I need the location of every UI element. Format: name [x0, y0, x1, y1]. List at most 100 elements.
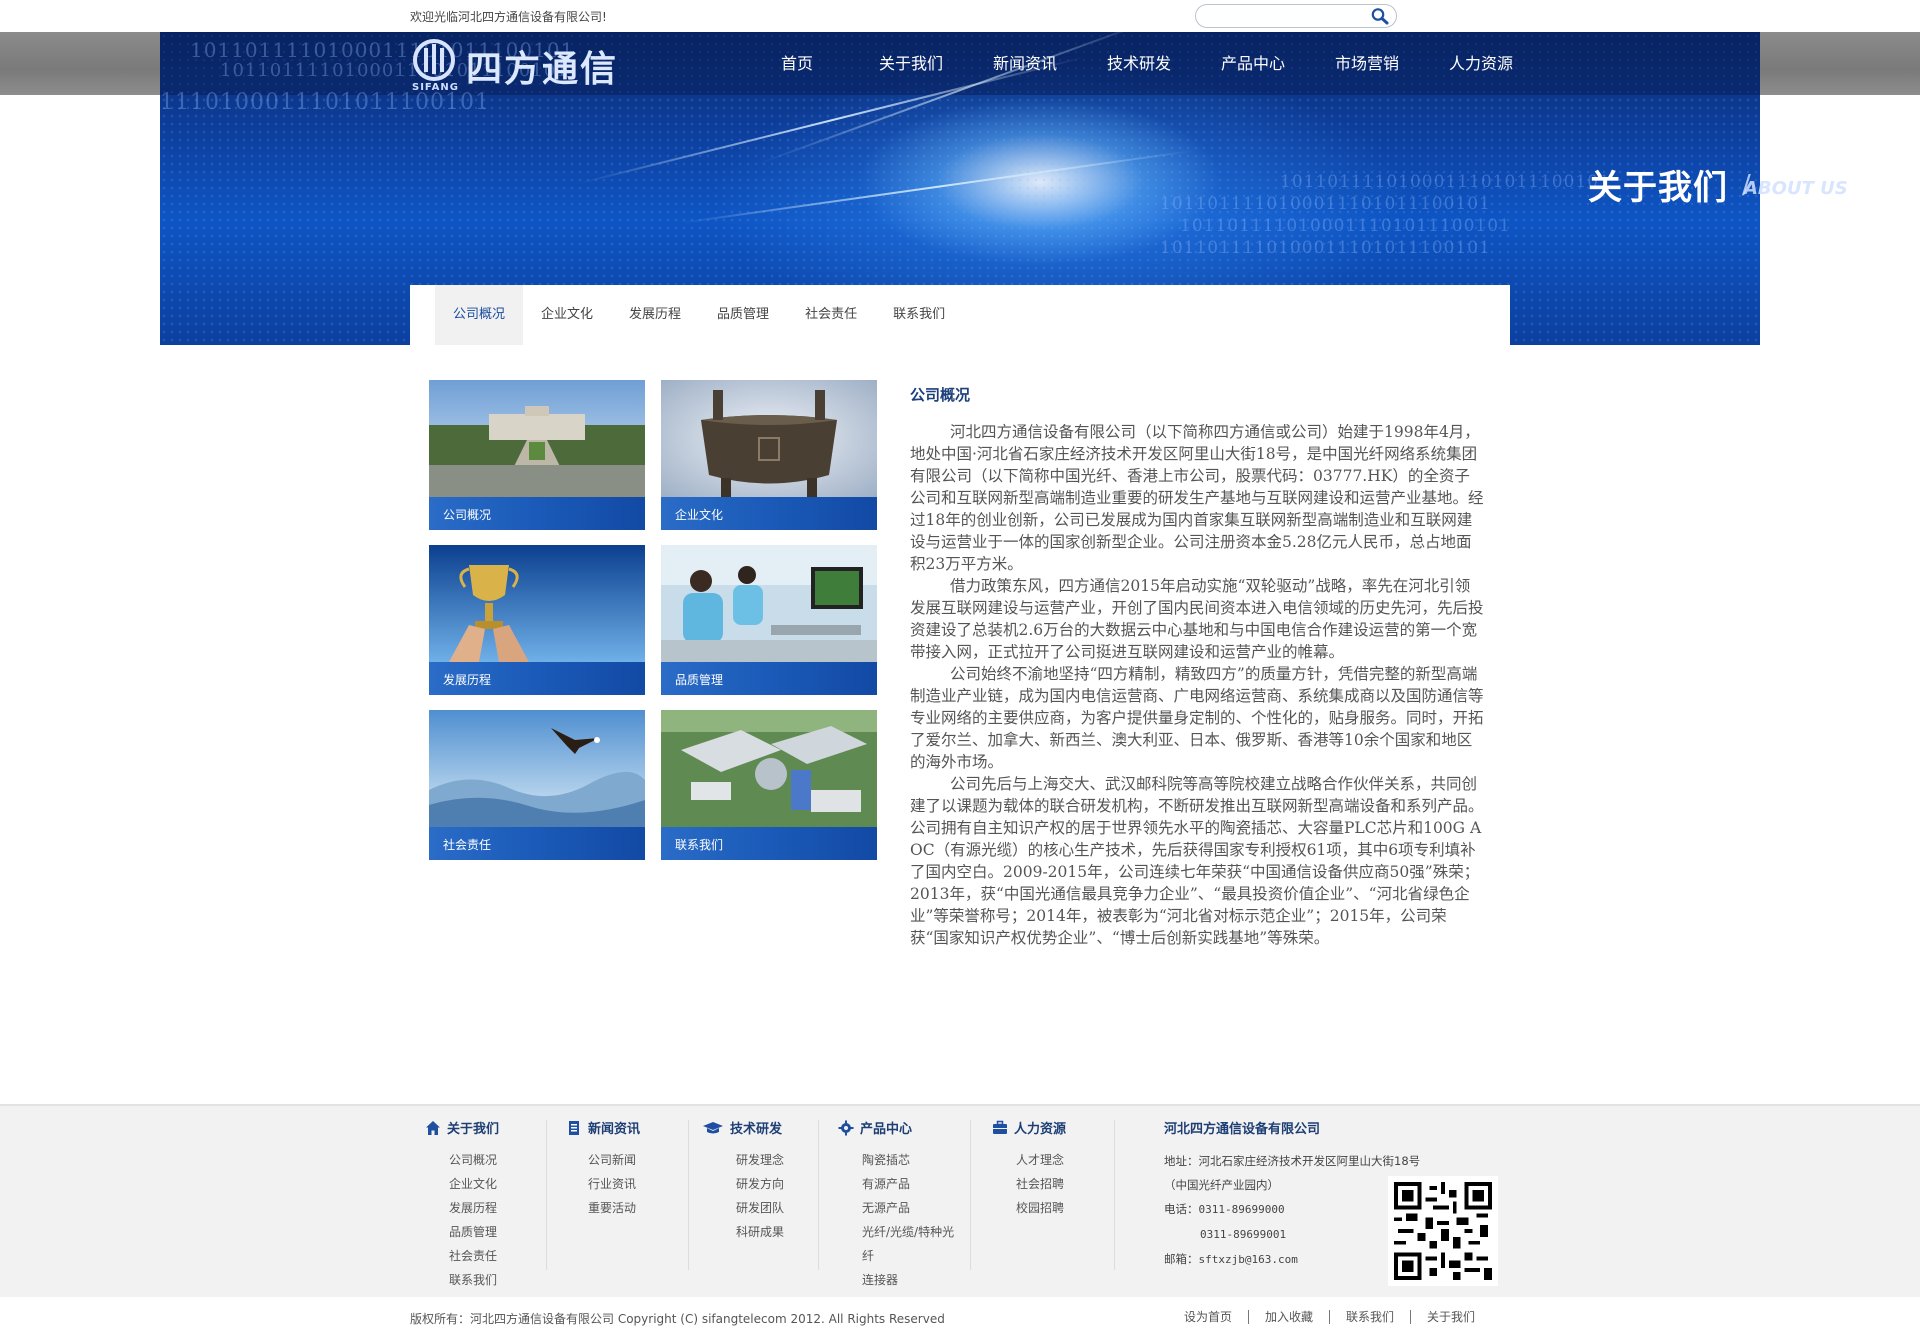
- banner-binary: 1011011110100011101011100101: [1160, 194, 1491, 214]
- footer-link[interactable]: 企业文化: [449, 1172, 499, 1196]
- nav-home[interactable]: 首页: [740, 32, 854, 95]
- home-icon: [426, 1120, 440, 1135]
- document-icon: [569, 1120, 579, 1135]
- copyright: 版权所有：河北四方通信设备有限公司 Copyright (C) sifangte…: [410, 1312, 945, 1326]
- article-paragraph: 公司先后与上海交大、武汉邮科院等高等院校建立战略合作伙伴关系，共同创建了以课题为…: [910, 775, 1484, 947]
- tile-history[interactable]: 发展历程: [429, 545, 645, 695]
- footer-col-research: 技术研发 研发理念 研发方向 研发团队 科研成果: [702, 1118, 784, 1244]
- article-title: 公司概况: [910, 386, 971, 404]
- site-logo[interactable]: 四方通信 SIFANG: [412, 36, 642, 93]
- article-paragraph: 借力政策东风，四方通信2015年启动实施“双轮驱动”战略，率先在河北引领发展互联…: [910, 577, 1484, 661]
- footer-divider: [818, 1120, 819, 1270]
- contact-link[interactable]: 联系我们: [1330, 1310, 1412, 1324]
- subnav-culture[interactable]: 企业文化: [523, 285, 611, 345]
- nav-products[interactable]: 产品中心: [1196, 32, 1310, 95]
- footer-link[interactable]: 有源产品: [862, 1172, 954, 1196]
- tile-label: 联系我们: [675, 838, 724, 852]
- main-nav: 首页 关于我们 新闻资讯 技术研发 产品中心 市场营销 人力资源: [740, 32, 1538, 95]
- gear-icon: [838, 1120, 854, 1135]
- footer-divider: [688, 1120, 689, 1270]
- tile-quality[interactable]: 品质管理: [661, 545, 877, 695]
- tile-responsibility[interactable]: 社会责任: [429, 710, 645, 860]
- eagle-mountains-photo: [429, 710, 645, 827]
- footer-col-news: 新闻资讯 公司新闻 行业资讯 重要活动: [566, 1118, 640, 1220]
- nav-news[interactable]: 新闻资讯: [968, 32, 1082, 95]
- subnav-history[interactable]: 发展历程: [611, 285, 699, 345]
- footer-link[interactable]: 联系我们: [449, 1268, 499, 1292]
- tile-label: 发展历程: [443, 673, 492, 687]
- tile-culture[interactable]: 企业文化: [661, 380, 877, 530]
- footer-link[interactable]: 社会责任: [449, 1244, 499, 1268]
- article-paragraph: 河北四方通信设备有限公司（以下简称四方通信或公司）始建于1998年4月，地处中国…: [910, 423, 1484, 573]
- footer-link[interactable]: 发展历程: [449, 1196, 499, 1220]
- footer-col-title: 关于我们: [425, 1118, 499, 1137]
- footer-link[interactable]: 公司新闻: [588, 1148, 640, 1172]
- footer-link[interactable]: 科研成果: [736, 1220, 784, 1244]
- footer-link[interactable]: 人才理念: [1016, 1148, 1066, 1172]
- tile-label: 企业文化: [675, 508, 724, 522]
- tile-caption: 社会责任: [429, 827, 645, 860]
- footer-link[interactable]: 校园招聘: [1016, 1196, 1066, 1220]
- footer-link[interactable]: 研发理念: [736, 1148, 784, 1172]
- tile-label: 公司概况: [443, 508, 492, 522]
- footer-col-hr: 人力资源 人才理念 社会招聘 校园招聘: [992, 1118, 1066, 1220]
- search-input[interactable]: [1204, 8, 1364, 24]
- footer-link[interactable]: 光纤/光缆/特种光: [862, 1220, 954, 1244]
- footer-link[interactable]: 重要活动: [588, 1196, 640, 1220]
- trophy-photo: [429, 545, 645, 662]
- nav-research[interactable]: 技术研发: [1082, 32, 1196, 95]
- tile-caption: 品质管理: [661, 662, 877, 695]
- footer-link[interactable]: 研发团队: [736, 1196, 784, 1220]
- tile-caption: 发展历程: [429, 662, 645, 695]
- tile-caption: 企业文化: [661, 497, 877, 530]
- footer-link[interactable]: 公司概况: [449, 1148, 499, 1172]
- search-icon[interactable]: [1370, 7, 1390, 25]
- search-box: [1195, 4, 1397, 28]
- footer-link[interactable]: 连接器: [862, 1268, 954, 1292]
- company-name: 河北四方通信设备有限公司: [1164, 1122, 1321, 1137]
- tile-contact[interactable]: 联系我们: [661, 710, 877, 860]
- footer-link[interactable]: 社会招聘: [1016, 1172, 1066, 1196]
- subnav-quality[interactable]: 品质管理: [699, 285, 787, 345]
- logo-mark-icon: [413, 39, 455, 81]
- footer-link[interactable]: 品质管理: [449, 1220, 499, 1244]
- banner-binary: 1011011110100011101011100101: [1280, 172, 1611, 192]
- footer-col-title: 新闻资讯: [566, 1118, 640, 1137]
- footer-link[interactable]: 纤: [862, 1244, 954, 1268]
- lab-workers-photo: [661, 545, 877, 662]
- footer-col-title: 产品中心: [838, 1118, 954, 1137]
- campus-photo: [429, 380, 645, 497]
- footer-link[interactable]: 研发方向: [736, 1172, 784, 1196]
- footer-col-title: 人力资源: [992, 1118, 1066, 1137]
- subnav-contact[interactable]: 联系我们: [875, 285, 963, 345]
- graduation-cap-icon: [703, 1121, 723, 1133]
- tile-caption: 联系我们: [661, 827, 877, 860]
- footer-link[interactable]: 陶瓷插芯: [862, 1148, 954, 1172]
- factory-aerial-photo: [661, 710, 877, 827]
- set-homepage-link[interactable]: 设为首页: [1168, 1310, 1250, 1324]
- article: 公司概况 河北四方通信设备有限公司（以下简称四方通信或公司）始建于1998年4月…: [910, 384, 1485, 949]
- add-favorite-link[interactable]: 加入收藏: [1249, 1310, 1331, 1324]
- article-paragraph: 公司始终不渝地坚持“四方精制，精致四方”的质量方针，凭借完整的新型高端制造业产业…: [910, 665, 1484, 771]
- nav-about[interactable]: 关于我们: [854, 32, 968, 95]
- logo-en-text: SIFANG: [412, 82, 459, 93]
- about-link[interactable]: 关于我们: [1411, 1310, 1475, 1324]
- subnav-responsibility[interactable]: 社会责任: [787, 285, 875, 345]
- nav-marketing[interactable]: 市场营销: [1310, 32, 1424, 95]
- logo-text: 四方通信: [466, 48, 619, 90]
- footer: [0, 1104, 1920, 1297]
- welcome-text: 欢迎光临河北四方通信设备有限公司!: [410, 10, 607, 24]
- footer-divider: [970, 1120, 971, 1270]
- subnav-overview[interactable]: 公司概况: [435, 285, 524, 345]
- footer-link[interactable]: 行业资讯: [588, 1172, 640, 1196]
- nav-hr[interactable]: 人力资源: [1424, 32, 1538, 95]
- banner-binary: 1011011110100011101011100101: [1180, 216, 1511, 236]
- tile-overview[interactable]: 公司概况: [429, 380, 645, 530]
- footer-col-title: 技术研发: [702, 1118, 784, 1137]
- top-bar: 欢迎光临河北四方通信设备有限公司!: [0, 0, 1920, 32]
- footer-link[interactable]: 无源产品: [862, 1196, 954, 1220]
- banner-title: 关于我们: [1588, 168, 1728, 208]
- banner-subtitle: ABOUT US: [1744, 178, 1848, 199]
- bronze-cauldron-photo: [661, 380, 877, 497]
- sub-nav: 公司概况 企业文化 发展历程 品质管理 社会责任 联系我们: [410, 285, 1510, 345]
